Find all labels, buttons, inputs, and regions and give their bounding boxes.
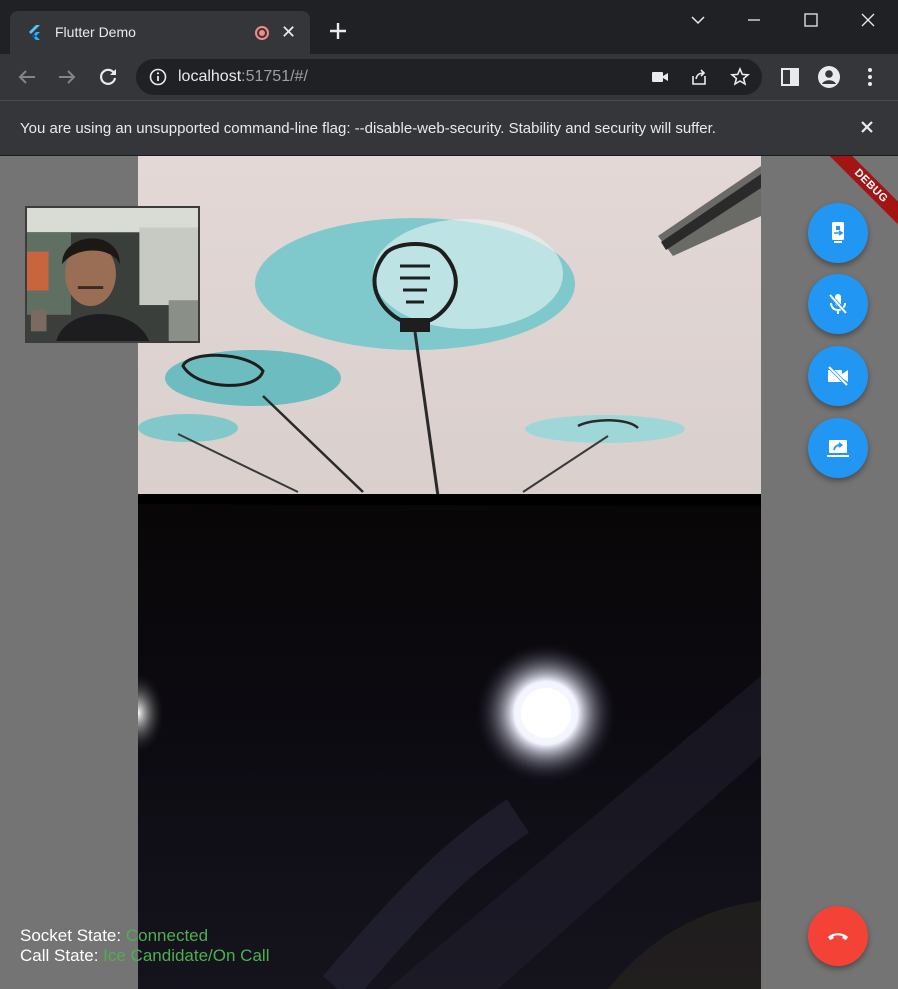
info-icon[interactable] [148, 67, 168, 87]
screen-share-button[interactable] [808, 418, 868, 478]
browser-title-bar: Flutter Demo ✕ [0, 0, 898, 54]
more-vert-icon[interactable] [858, 65, 882, 89]
mute-mic-button[interactable] [808, 274, 868, 334]
side-panel-icon[interactable] [778, 65, 802, 89]
back-arrow-icon[interactable] [15, 65, 39, 89]
app-viewport: DEBUG Socket State: Connected Call State… [0, 156, 898, 989]
tab-title: Flutter Demo [55, 24, 136, 40]
close-icon[interactable]: ✕ [281, 22, 296, 42]
infobar-message: You are using an unsupported command-lin… [20, 120, 716, 137]
browser-tab[interactable]: Flutter Demo ✕ [10, 11, 310, 54]
socket-state-label: Socket State: [20, 926, 126, 945]
maximize-icon[interactable] [799, 8, 823, 32]
switch-camera-button[interactable] [808, 203, 868, 263]
call-state-text: Call State: Ice Candidate/On Call [20, 946, 269, 966]
call-end-icon [828, 933, 848, 940]
reload-icon[interactable] [96, 65, 120, 89]
remote-video [138, 156, 761, 989]
end-call-button[interactable] [808, 906, 868, 966]
local-video [25, 206, 200, 343]
camera-icon[interactable] [650, 67, 670, 87]
plus-icon[interactable] [326, 19, 350, 43]
screen-share-icon [827, 440, 849, 457]
share-icon[interactable] [689, 67, 709, 87]
star-icon[interactable] [730, 67, 750, 87]
browser-toolbar: localhost:51751/#/ [0, 54, 898, 100]
videocam-off-icon [827, 365, 849, 387]
close-icon[interactable] [856, 116, 878, 138]
record-icon [255, 26, 269, 40]
toggle-video-button[interactable] [808, 346, 868, 406]
flutter-logo-icon [29, 25, 40, 40]
switch-camera-icon [832, 222, 844, 243]
forward-arrow-icon[interactable] [55, 65, 79, 89]
call-state-value: Ice Candidate/On Call [103, 946, 270, 965]
mic-off-icon [828, 293, 848, 315]
call-state-label: Call State: [20, 946, 104, 965]
profile-icon[interactable] [817, 65, 841, 89]
address-bar[interactable]: localhost:51751/#/ [136, 59, 762, 95]
chevron-down-icon[interactable] [686, 8, 710, 32]
socket-state-value: Connected [125, 926, 209, 945]
window-close-icon[interactable] [856, 8, 880, 32]
warning-infobar: You are using an unsupported command-lin… [0, 100, 898, 156]
socket-state-text: Socket State: Connected [20, 926, 208, 946]
url-text: localhost:51751/#/ [178, 68, 308, 85]
minimize-icon[interactable] [742, 8, 766, 32]
